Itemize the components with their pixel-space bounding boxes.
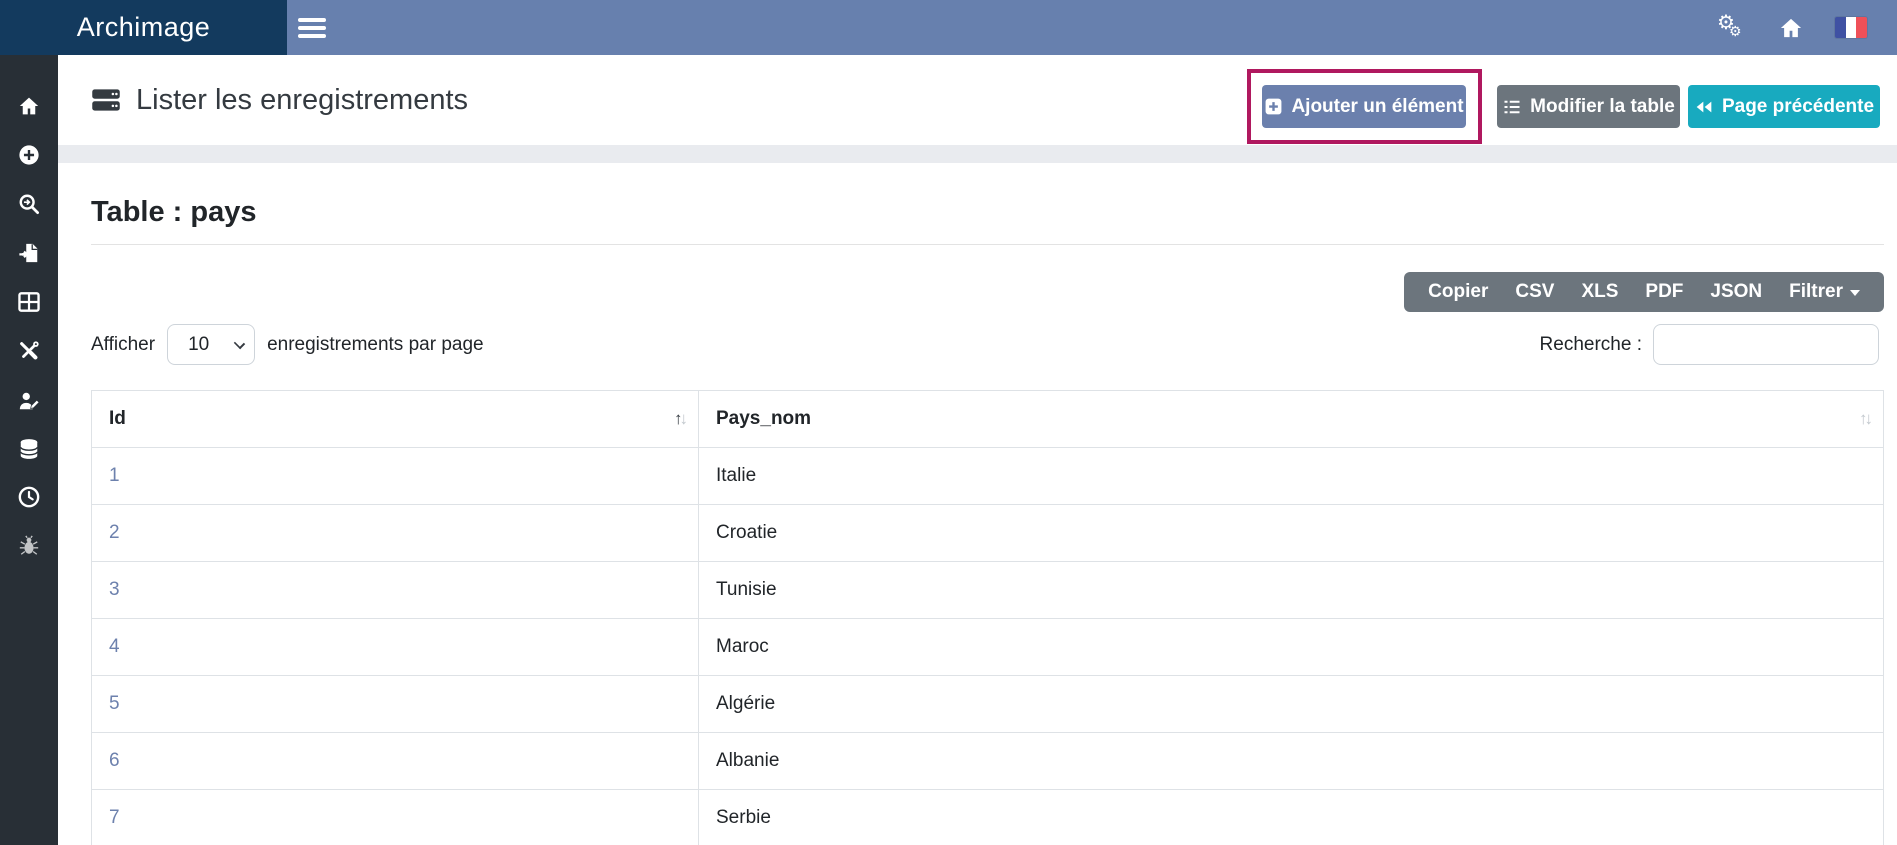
plus-square-icon <box>1264 97 1283 116</box>
header-divider <box>58 145 1897 163</box>
sidebar-nav <box>0 55 58 845</box>
search-input[interactable] <box>1653 324 1879 365</box>
row-id-link[interactable]: 4 <box>92 619 699 676</box>
sidebar-bug-icon[interactable] <box>0 531 58 561</box>
row-pays-nom: Algérie <box>699 676 1884 733</box>
french-flag-icon[interactable] <box>1835 17 1867 38</box>
modify-table-button[interactable]: Modifier la table <box>1497 85 1680 128</box>
sidebar-user-edit-icon[interactable] <box>0 386 58 416</box>
row-id-link[interactable]: 6 <box>92 733 699 790</box>
table-header-row: Id ↑↓ Pays_nom ↑↓ <box>92 391 1884 448</box>
row-id-link[interactable]: 2 <box>92 505 699 562</box>
sidebar-search-arrow-icon[interactable] <box>0 189 58 219</box>
sidebar-home-icon[interactable] <box>0 91 58 121</box>
pdf-button[interactable]: PDF <box>1645 281 1683 303</box>
sort-icon-pays-nom: ↑↓ <box>1859 409 1870 429</box>
table-row: 4 Maroc <box>92 619 1884 676</box>
row-pays-nom: Italie <box>699 448 1884 505</box>
page-header: Lister les enregistrements Ajouter un él… <box>58 55 1897 145</box>
list-icon <box>1502 98 1522 116</box>
backward-icon <box>1694 99 1714 115</box>
app-logo[interactable]: Archimage <box>0 0 287 55</box>
json-button[interactable]: JSON <box>1710 281 1762 303</box>
page-length-prefix: Afficher <box>91 334 155 356</box>
xls-button[interactable]: XLS <box>1581 281 1618 303</box>
table-row: 2 Croatie <box>92 505 1884 562</box>
home-icon[interactable] <box>1779 17 1803 39</box>
row-pays-nom: Maroc <box>699 619 1884 676</box>
caret-down-icon <box>1850 290 1860 296</box>
filter-dropdown-button[interactable]: Filtrer <box>1789 281 1860 303</box>
page-length-suffix: enregistrements par page <box>267 334 484 356</box>
list-rows-icon <box>91 85 121 115</box>
row-id-link[interactable]: 1 <box>92 448 699 505</box>
row-id-link[interactable]: 3 <box>92 562 699 619</box>
hamburger-menu-icon[interactable] <box>298 14 328 41</box>
table-row: 7 Serbie <box>92 790 1884 845</box>
table-row: 1 Italie <box>92 448 1884 505</box>
row-id-link[interactable]: 7 <box>92 790 699 845</box>
row-pays-nom: Croatie <box>699 505 1884 562</box>
sidebar-table-grid-icon[interactable] <box>0 287 58 317</box>
export-toolbar: Copier CSV XLS PDF JSON Filtrer <box>1404 272 1884 312</box>
sidebar-clock-icon[interactable] <box>0 482 58 512</box>
sort-icon-id: ↑↓ <box>674 409 685 429</box>
search-control: Recherche : <box>1540 324 1879 365</box>
row-id-link[interactable]: 5 <box>92 676 699 733</box>
add-element-button[interactable]: Ajouter un élément <box>1262 85 1466 128</box>
page-length-control: Afficher 10 enregistrements par page <box>91 324 484 365</box>
search-label: Recherche : <box>1540 334 1642 356</box>
sidebar-plus-circle-icon[interactable] <box>0 140 58 170</box>
top-navbar: Archimage ⚙⚙ <box>0 0 1897 55</box>
table-title: Table : pays <box>91 196 256 229</box>
sidebar-database-icon[interactable] <box>0 434 58 464</box>
sidebar-file-import-icon[interactable] <box>0 238 58 268</box>
sidebar-tools-icon[interactable] <box>0 336 58 366</box>
csv-button[interactable]: CSV <box>1515 281 1554 303</box>
table-row: 3 Tunisie <box>92 562 1884 619</box>
table-row: 5 Algérie <box>92 676 1884 733</box>
page-title-row: Lister les enregistrements <box>91 55 468 145</box>
previous-page-button[interactable]: Page précédente <box>1688 85 1880 128</box>
column-header-id[interactable]: Id ↑↓ <box>92 391 699 448</box>
copy-button[interactable]: Copier <box>1428 281 1488 303</box>
records-table: Id ↑↓ Pays_nom ↑↓ 1 Italie 2 Croatie 3 T… <box>91 390 1884 845</box>
row-pays-nom: Tunisie <box>699 562 1884 619</box>
column-header-pays-nom[interactable]: Pays_nom ↑↓ <box>699 391 1884 448</box>
navbar-right-icons: ⚙⚙ <box>1717 0 1867 55</box>
page-length-select[interactable]: 10 <box>167 324 255 365</box>
gears-icon[interactable]: ⚙⚙ <box>1717 13 1747 43</box>
page-title: Lister les enregistrements <box>136 84 468 117</box>
table-row: 6 Albanie <box>92 733 1884 790</box>
row-pays-nom: Albanie <box>699 733 1884 790</box>
title-rule <box>91 244 1884 245</box>
row-pays-nom: Serbie <box>699 790 1884 845</box>
